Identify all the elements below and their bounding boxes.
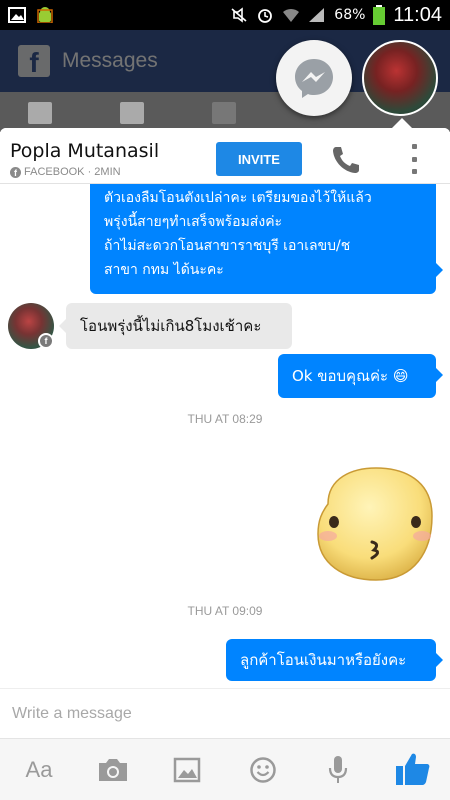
- messenger-icon: [295, 59, 333, 98]
- bubble-tail: [59, 319, 66, 333]
- incoming-message[interactable]: โอนพรุ่งนี้ไม่เกิน8โมงเช้าคะ: [66, 303, 292, 349]
- clock: 11:04: [393, 3, 442, 26]
- message-line: สาขา กทม ได้นะคะ: [104, 262, 224, 278]
- more-dot-icon: [411, 156, 417, 162]
- text-format-button[interactable]: Aa: [22, 755, 56, 785]
- contact-name[interactable]: Popla Mutanasil: [10, 140, 159, 162]
- message-line: ถ้าไม่สะดวกโอนสาขาราชบุรี เอาเลขบ/ช: [104, 238, 351, 254]
- battery-percent: 68%: [334, 7, 366, 23]
- voice-button[interactable]: [326, 755, 350, 785]
- chat-card: Popla Mutanasil f FACEBOOK · 2MIN INVITE…: [0, 128, 450, 800]
- messages-tab-icon: [212, 102, 236, 124]
- like-button[interactable]: [394, 751, 432, 787]
- thumbs-up-icon: [396, 753, 430, 785]
- contact-chathead-avatar[interactable]: [362, 40, 438, 116]
- more-dot-icon: [411, 169, 417, 174]
- microphone-icon: [328, 756, 348, 783]
- message-composer: [0, 688, 450, 738]
- more-dot-icon: [411, 144, 417, 149]
- android-notification-icon: [37, 7, 53, 23]
- friends-icon: [120, 102, 144, 124]
- outgoing-message[interactable]: ตัวเองลืมโอนตังเปล่าคะ เตรียมของไว้ให้แล…: [90, 184, 436, 294]
- gallery-notification-icon: [8, 7, 26, 23]
- kiss-face-sticker[interactable]: [314, 464, 436, 584]
- news-feed-icon: [28, 102, 52, 124]
- smiley-icon: [250, 757, 276, 783]
- bubble-tail: [436, 368, 443, 382]
- chat-header: Popla Mutanasil f FACEBOOK · 2MIN INVITE: [0, 128, 450, 184]
- app-title: Messages: [62, 49, 158, 72]
- call-button[interactable]: [328, 142, 362, 176]
- contact-status-text: FACEBOOK · 2MIN: [24, 166, 121, 178]
- wifi-icon: [283, 8, 300, 22]
- outgoing-message[interactable]: Ok ขอบคุณค่ะ 😄: [278, 354, 436, 398]
- mute-icon: [231, 7, 247, 23]
- message-line: พรุ่งนี้สายๆทำเสร็จพร้อมส่งค่ะ: [104, 214, 283, 230]
- bubble-tail: [436, 263, 443, 277]
- timestamp: THU AT 09:09: [187, 604, 263, 618]
- invite-button[interactable]: INVITE: [216, 142, 302, 176]
- chathead-pointer: [392, 118, 412, 128]
- facebook-small-icon: f: [10, 166, 21, 178]
- timestamp: THU AT 08:29: [187, 412, 263, 426]
- bubble-tail: [436, 653, 443, 667]
- camera-button[interactable]: [96, 755, 130, 785]
- messenger-chathead[interactable]: [276, 40, 352, 116]
- more-options-button[interactable]: [404, 144, 424, 174]
- status-bar: 68% 11:04: [0, 0, 450, 30]
- alarm-icon: [258, 9, 273, 23]
- gallery-icon: [173, 757, 201, 783]
- gallery-button[interactable]: [172, 755, 202, 785]
- message-input[interactable]: [12, 699, 432, 729]
- camera-icon: [99, 759, 127, 781]
- contact-status: f FACEBOOK · 2MIN: [10, 166, 121, 178]
- facebook-badge-icon: f: [38, 333, 54, 349]
- emoji-button[interactable]: [248, 755, 278, 785]
- composer-toolbar: Aa: [0, 738, 450, 800]
- phone-icon: [333, 147, 359, 173]
- message-line: ตัวเองลืมโอนตังเปล่าคะ เตรียมของไว้ให้แล…: [104, 190, 372, 206]
- battery-icon: [373, 5, 386, 25]
- signal-icon: [309, 8, 325, 22]
- outgoing-message[interactable]: ลูกค้าโอนเงินมาหรือยังคะ: [226, 639, 436, 681]
- facebook-logo-icon: f: [18, 45, 50, 78]
